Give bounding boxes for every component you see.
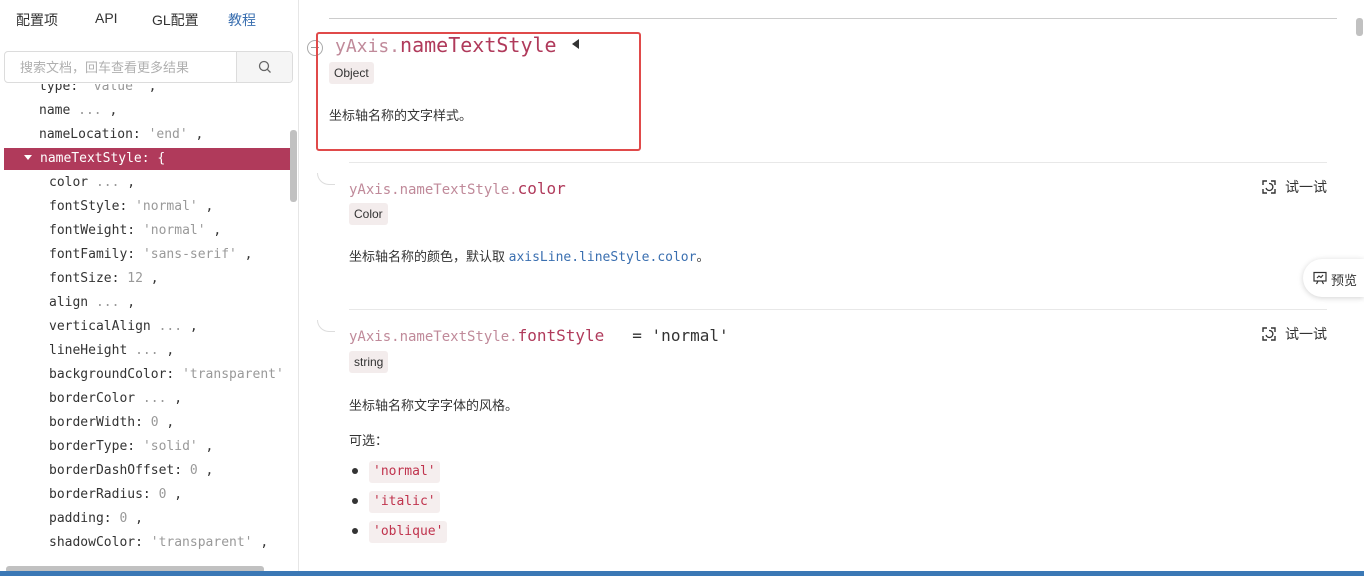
tree-item-shadow-color[interactable]: shadowColor: 'transparent' , [4,532,290,554]
tree-branch-line [317,320,335,332]
content-vertical-scrollbar[interactable] [1356,18,1363,36]
section-description: 坐标轴名称的颜色，默认取 axisLine.lineStyle.color。 [349,249,710,265]
options-label: 可选： [349,433,389,448]
bullet [352,468,358,474]
type-tag: Color [349,203,388,225]
sidebar: 配置项 API GL配置 教程 type: 'value' , name ...… [0,0,299,576]
section-title-font-style: yAxis.nameTextStyle.fontStyle = 'normal' [349,326,729,345]
doc-content: yAxis.nameTextStyle Object 坐标轴名称的文字样式。 y… [300,0,1364,576]
tree-item-border-color[interactable]: borderColor ... , [4,388,290,410]
section-description: 坐标轴名称的文字样式。 [329,108,473,123]
tree-item-vertical-align[interactable]: verticalAlign ... , [4,316,290,338]
nav-tab-api[interactable]: API [95,10,118,26]
section-title-name-text-style: yAxis.nameTextStyle [335,33,557,57]
preview-icon [1313,271,1327,285]
tree-item-font-weight[interactable]: fontWeight: 'normal' , [4,220,290,242]
section-divider [349,162,1327,163]
try-it-icon [1262,327,1276,341]
collapse-icon[interactable] [307,40,323,56]
back-arrow-icon[interactable] [572,39,579,49]
tree-item-name-text-style[interactable]: nameTextStyle: { [4,148,290,170]
caret-down-icon [24,155,32,160]
top-divider [329,18,1337,19]
option-value: 'italic' [369,491,440,513]
section-title-color: yAxis.nameTextStyle.color [349,179,566,198]
try-it-icon [1262,180,1276,194]
section-divider [349,309,1327,310]
tree-item-border-width[interactable]: borderWidth: 0 , [4,412,290,434]
search-icon [258,60,271,73]
type-tag: string [349,351,389,373]
search-button[interactable] [236,52,292,82]
nav-tab-gl-options[interactable]: GL配置 [152,10,199,30]
type-tag: Object [329,62,374,84]
tree-item-type[interactable]: type: 'value' , [4,84,290,98]
bullet [352,498,358,504]
tree-item-line-height[interactable]: lineHeight ... , [4,340,290,362]
tree-item-padding[interactable]: padding: 0 , [4,508,290,530]
section-description: 坐标轴名称文字字体的风格。 [349,398,519,413]
tree-item-border-dash-offset[interactable]: borderDashOffset: 0 , [4,460,290,482]
tree-item-name-location[interactable]: nameLocation: 'end' , [4,124,290,146]
tree-item-border-radius[interactable]: borderRadius: 0 , [4,484,290,506]
sidebar-vertical-scrollbar[interactable] [290,130,297,202]
search-box [4,51,293,83]
top-nav: 配置项 API GL配置 教程 [0,0,299,36]
try-it-button[interactable]: 试一试 [1261,177,1331,197]
bullet [352,528,358,534]
tree-branch-line [317,173,335,185]
option-tree: type: 'value' , name ... , nameLocation:… [0,84,290,566]
tree-item-name[interactable]: name ... , [4,100,290,122]
tree-item-font-size[interactable]: fontSize: 12 , [4,268,290,290]
os-taskbar [0,571,1364,576]
try-it-button[interactable]: 试一试 [1261,324,1331,344]
option-value: 'normal' [369,461,440,483]
tree-item-background-color[interactable]: backgroundColor: 'transparent' [4,364,290,386]
option-value: 'oblique' [369,521,448,543]
code-link[interactable]: axisLine.lineStyle.color [509,250,697,265]
tree-item-align[interactable]: align ... , [4,292,290,314]
tree-item-font-style[interactable]: fontStyle: 'normal' , [4,196,290,218]
nav-tab-tutorial[interactable]: 教程 [228,10,256,30]
tree-item-border-type[interactable]: borderType: 'solid' , [4,436,290,458]
search-input[interactable] [5,52,237,82]
preview-button[interactable]: 预览 [1303,259,1364,297]
tree-item-color[interactable]: color ... , [4,172,290,194]
nav-tab-options[interactable]: 配置项 [16,10,58,30]
tree-item-font-family[interactable]: fontFamily: 'sans-serif' , [4,244,290,266]
